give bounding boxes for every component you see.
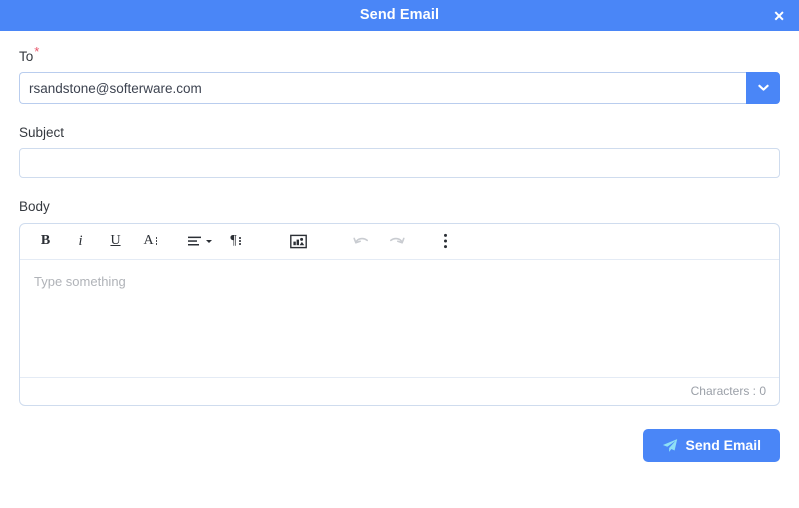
to-label-text: To xyxy=(19,49,34,64)
underline-icon[interactable]: U xyxy=(104,228,127,254)
to-input[interactable] xyxy=(19,72,746,105)
subject-field-label: Subject xyxy=(19,125,65,141)
font-options-dots-icon xyxy=(155,236,158,246)
align-caret-icon xyxy=(206,239,212,243)
editor-footer: Characters : 0 xyxy=(20,376,779,405)
redo-icon[interactable] xyxy=(385,228,408,254)
modal-header: Send Email ✕ xyxy=(0,0,799,31)
pilcrow-glyph: ¶ xyxy=(230,233,237,249)
required-asterisk: * xyxy=(34,43,40,59)
subject-input[interactable] xyxy=(19,148,780,179)
chevron-down-icon xyxy=(757,84,769,92)
paper-plane-icon xyxy=(662,438,678,453)
italic-icon[interactable]: i xyxy=(69,228,92,254)
editor-toolbar: B i U A ¶ xyxy=(20,224,779,260)
body-field-label: Body xyxy=(19,199,50,215)
insert-image-icon[interactable] xyxy=(287,228,310,254)
character-count: Characters : 0 xyxy=(690,384,766,399)
send-email-label: Send Email xyxy=(685,437,761,454)
font-options-icon[interactable]: A xyxy=(139,228,162,254)
page-title: Send Email xyxy=(359,7,440,24)
paragraph-icon[interactable]: ¶ xyxy=(224,228,247,254)
align-icon[interactable] xyxy=(188,228,212,254)
modal-body: To* Subject Body B i U A xyxy=(0,31,799,406)
paragraph-dots-icon xyxy=(238,236,241,246)
rich-text-editor: B i U A ¶ Type something Characters: 0 xyxy=(19,222,780,406)
to-field-row xyxy=(19,72,780,105)
close-icon[interactable]: ✕ xyxy=(769,7,789,25)
font-options-letter: A xyxy=(143,233,154,249)
undo-icon[interactable] xyxy=(350,228,373,254)
subject-field-row xyxy=(19,148,780,179)
to-dropdown-button[interactable] xyxy=(746,72,780,105)
send-email-button[interactable]: Send Email xyxy=(642,428,780,462)
modal-footer: Send Email xyxy=(0,406,799,462)
body-placeholder-text: Type something xyxy=(34,273,126,289)
body-editor-area[interactable]: Type something xyxy=(20,260,779,377)
more-options-icon[interactable] xyxy=(434,228,457,254)
bold-icon[interactable]: B xyxy=(34,228,57,254)
to-field-label: To* xyxy=(19,45,780,65)
